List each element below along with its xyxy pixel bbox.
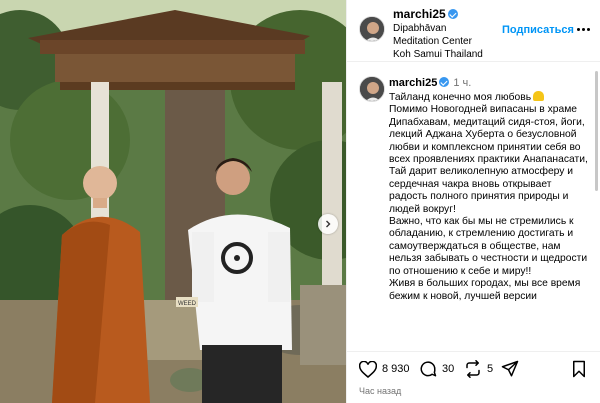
location-link[interactable]: Dipabhāvan Meditation Center Koh Samui T…	[393, 22, 483, 61]
caption-text: Тайланд конечно моя любовь Помимо Нового…	[389, 91, 588, 302]
save-button[interactable]	[571, 359, 587, 379]
comment-button[interactable]: 30	[419, 359, 454, 379]
post-details-panel: marchi25 Dipabhāvan Meditation Center Ko…	[346, 0, 600, 403]
avatar[interactable]	[359, 76, 385, 102]
paper-plane-icon	[501, 360, 519, 377]
header-username[interactable]: marchi25	[393, 7, 458, 21]
comment-count: 30	[442, 363, 455, 375]
chevron-right-icon	[326, 220, 331, 228]
bookmark-icon	[573, 360, 585, 378]
scrollbar[interactable]	[595, 71, 598, 191]
heart-icon	[359, 360, 377, 378]
caption-username[interactable]: marchi25	[389, 77, 437, 89]
repost-button[interactable]: 5	[464, 359, 493, 379]
more-options-icon[interactable]	[573, 22, 593, 36]
avatar-image	[360, 77, 384, 101]
header-username-text[interactable]: marchi25	[393, 7, 446, 21]
praying-hands-emoji-icon	[533, 91, 545, 101]
avatar-image	[360, 17, 384, 41]
verified-badge-icon	[447, 9, 458, 19]
sign-text: WEED	[178, 301, 197, 307]
caption-time: 1 ч.	[453, 77, 472, 89]
action-bar: 8 930 30 5	[347, 351, 600, 381]
share-button[interactable]	[501, 359, 519, 379]
post-header: marchi25 Dipabhāvan Meditation Center Ko…	[347, 0, 600, 62]
follow-button[interactable]: Подписаться	[502, 24, 574, 36]
comment-bubble-icon	[420, 361, 437, 377]
post-photo: WEED	[0, 0, 346, 403]
avatar[interactable]	[359, 16, 385, 42]
caption-header: marchi25 1 ч.	[389, 77, 471, 89]
like-button[interactable]: 8 930	[359, 359, 410, 379]
post-timestamp: Час назад	[359, 386, 402, 396]
post-image[interactable]: WEED	[0, 0, 346, 403]
next-slide-button[interactable]	[318, 214, 338, 234]
like-count: 8 930	[382, 363, 410, 375]
verified-badge-icon	[439, 77, 450, 87]
repost-icon	[466, 360, 480, 378]
caption-area: marchi25 1 ч. Тайланд конечно моя любовь …	[347, 63, 600, 345]
repost-count: 5	[487, 363, 494, 375]
